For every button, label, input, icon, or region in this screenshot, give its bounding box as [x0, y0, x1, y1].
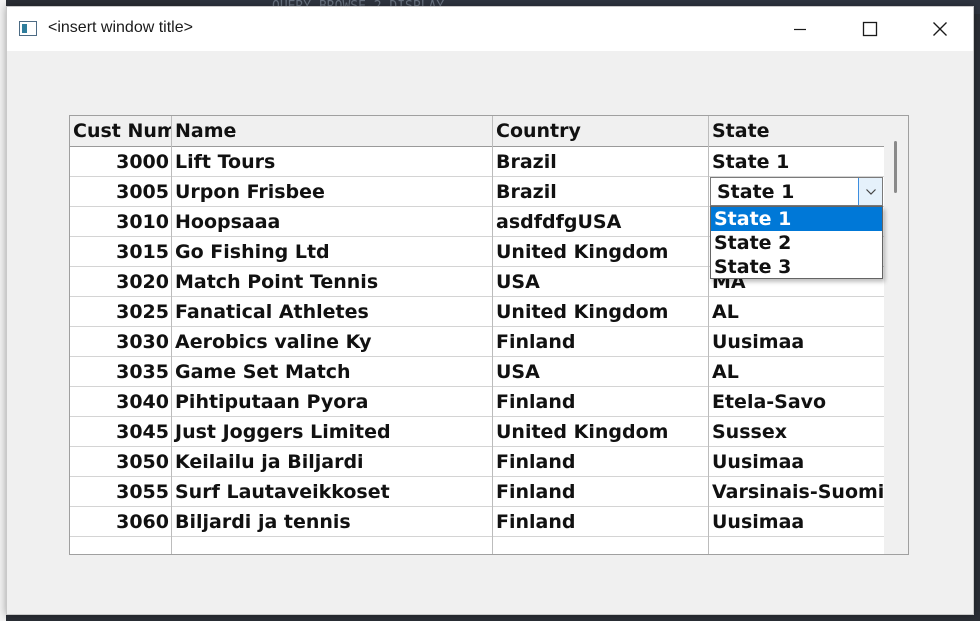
- close-icon: [933, 22, 947, 36]
- column-header-cust-num[interactable]: Cust Num: [70, 116, 177, 146]
- cell-country[interactable]: United Kingdom: [493, 297, 709, 327]
- cell-country[interactable]: Brazil: [493, 147, 709, 177]
- minimize-button[interactable]: [765, 7, 835, 51]
- app-window: <insert window title> Cust Num Name Coun…: [6, 6, 974, 615]
- cell-state[interactable]: State 1: [709, 147, 884, 177]
- table-row[interactable]: 3035 Game Set Match USA AL: [70, 357, 884, 387]
- cell-name[interactable]: Go Fishing Ltd: [172, 237, 493, 267]
- cell-cust-num[interactable]: 3010: [70, 207, 172, 237]
- maximize-button[interactable]: [835, 7, 905, 51]
- cell-name[interactable]: Urpon Frisbee: [172, 177, 493, 207]
- chevron-down-icon: [865, 188, 876, 195]
- cell-cust-num[interactable]: 3000: [70, 147, 172, 177]
- cell-cust-num[interactable]: 3050: [70, 447, 172, 477]
- cell-name[interactable]: Keilailu ja Biljardi: [172, 447, 493, 477]
- app-icon: [19, 21, 37, 36]
- cell-cust-num[interactable]: 3020: [70, 267, 172, 297]
- cell-state[interactable]: Uusimaa: [709, 447, 884, 477]
- cell-name[interactable]: Just Joggers Limited: [172, 417, 493, 447]
- cell-name[interactable]: Match Point Tennis: [172, 267, 493, 297]
- cell-country[interactable]: Brazil: [493, 177, 709, 207]
- cell-country[interactable]: Finland: [493, 447, 709, 477]
- cell-cust-num[interactable]: 3055: [70, 477, 172, 507]
- table-row[interactable]: 3025 Fanatical Athletes United Kingdom AL: [70, 297, 884, 327]
- cell-name[interactable]: Game Set Match: [172, 357, 493, 387]
- table-row[interactable]: 3000 Lift Tours Brazil State 1: [70, 147, 884, 177]
- table-row[interactable]: 3030 Aerobics valine Ky Finland Uusimaa: [70, 327, 884, 357]
- table-row[interactable]: 3060 Biljardi ja tennis Finland Uusimaa: [70, 507, 884, 537]
- combo-dropdown-button[interactable]: [858, 178, 882, 205]
- close-button[interactable]: [905, 7, 975, 51]
- cell-cust-num[interactable]: 3030: [70, 327, 172, 357]
- cell-cust-num[interactable]: 3005: [70, 177, 172, 207]
- cell-state[interactable]: Etela-Savo: [709, 387, 884, 417]
- cell-country[interactable]: Finland: [493, 477, 709, 507]
- cell-country[interactable]: Finland: [493, 387, 709, 417]
- cell-cust-num[interactable]: 3060: [70, 507, 172, 537]
- table-row[interactable]: 3040 Pihtiputaan Pyora Finland Etela-Savo: [70, 387, 884, 417]
- cell-state[interactable]: Uusimaa: [709, 327, 884, 357]
- column-header-name[interactable]: Name: [172, 116, 493, 146]
- cell-cust-num[interactable]: 3040: [70, 387, 172, 417]
- cell-cust-num[interactable]: 3045: [70, 417, 172, 447]
- cell-country[interactable]: United Kingdom: [493, 237, 709, 267]
- table-row[interactable]: 3045 Just Joggers Limited United Kingdom Su…: [70, 417, 884, 447]
- state-combo-value: State 1: [717, 181, 795, 203]
- cell-name[interactable]: Pihtiputaan Pyora: [172, 387, 493, 417]
- vertical-scrollbar[interactable]: [884, 116, 908, 554]
- cell-state[interactable]: AL: [709, 297, 884, 327]
- dropdown-option-state-2[interactable]: State 2: [711, 231, 882, 255]
- column-divider: [171, 116, 172, 554]
- window-title: <insert window title>: [48, 19, 193, 36]
- cell-cust-num[interactable]: 3025: [70, 297, 172, 327]
- row-divider: [70, 536, 884, 537]
- cell-name[interactable]: Lift Tours: [172, 147, 493, 177]
- cell-country[interactable]: Finland: [493, 327, 709, 357]
- column-header-state[interactable]: State: [709, 116, 884, 146]
- cell-name[interactable]: Biljardi ja tennis: [172, 507, 493, 537]
- column-header-country[interactable]: Country: [493, 116, 709, 146]
- minimize-icon: [794, 28, 806, 31]
- scrollbar-thumb[interactable]: [894, 141, 897, 193]
- cell-state[interactable]: Sussex: [709, 417, 884, 447]
- cell-state[interactable]: Uusimaa: [709, 507, 884, 537]
- state-dropdown-list: State 1 State 2 State 3: [710, 206, 883, 279]
- table-row[interactable]: 3050 Keilailu ja Biljardi Finland Uusimaa: [70, 447, 884, 477]
- title-bar[interactable]: <insert window title>: [7, 7, 973, 51]
- cell-country[interactable]: asdfdfgUSA: [493, 207, 709, 237]
- cell-name[interactable]: Surf Lautaveikkoset: [172, 477, 493, 507]
- cell-country[interactable]: United Kingdom: [493, 417, 709, 447]
- cell-name[interactable]: Hoopsaaa: [172, 207, 493, 237]
- cell-country[interactable]: USA: [493, 267, 709, 297]
- table-row[interactable]: 3055 Surf Lautaveikkoset Finland Varsinais-…: [70, 477, 884, 507]
- state-combo-box[interactable]: State 1: [710, 177, 883, 206]
- cell-state[interactable]: Varsinais-Suomi: [709, 477, 884, 507]
- customer-browse[interactable]: Cust Num Name Country State 3000 Lift Tou…: [69, 115, 909, 555]
- cell-state[interactable]: AL: [709, 357, 884, 387]
- dropdown-option-state-1[interactable]: State 1: [711, 207, 882, 231]
- column-divider: [492, 116, 493, 554]
- cell-name[interactable]: Fanatical Athletes: [172, 297, 493, 327]
- cell-cust-num[interactable]: 3035: [70, 357, 172, 387]
- cell-cust-num[interactable]: 3015: [70, 237, 172, 267]
- dropdown-option-state-3[interactable]: State 3: [711, 255, 882, 279]
- cell-name[interactable]: Aerobics valine Ky: [172, 327, 493, 357]
- cell-country[interactable]: USA: [493, 357, 709, 387]
- column-divider: [708, 116, 709, 554]
- cell-country[interactable]: Finland: [493, 507, 709, 537]
- maximize-icon: [862, 21, 878, 37]
